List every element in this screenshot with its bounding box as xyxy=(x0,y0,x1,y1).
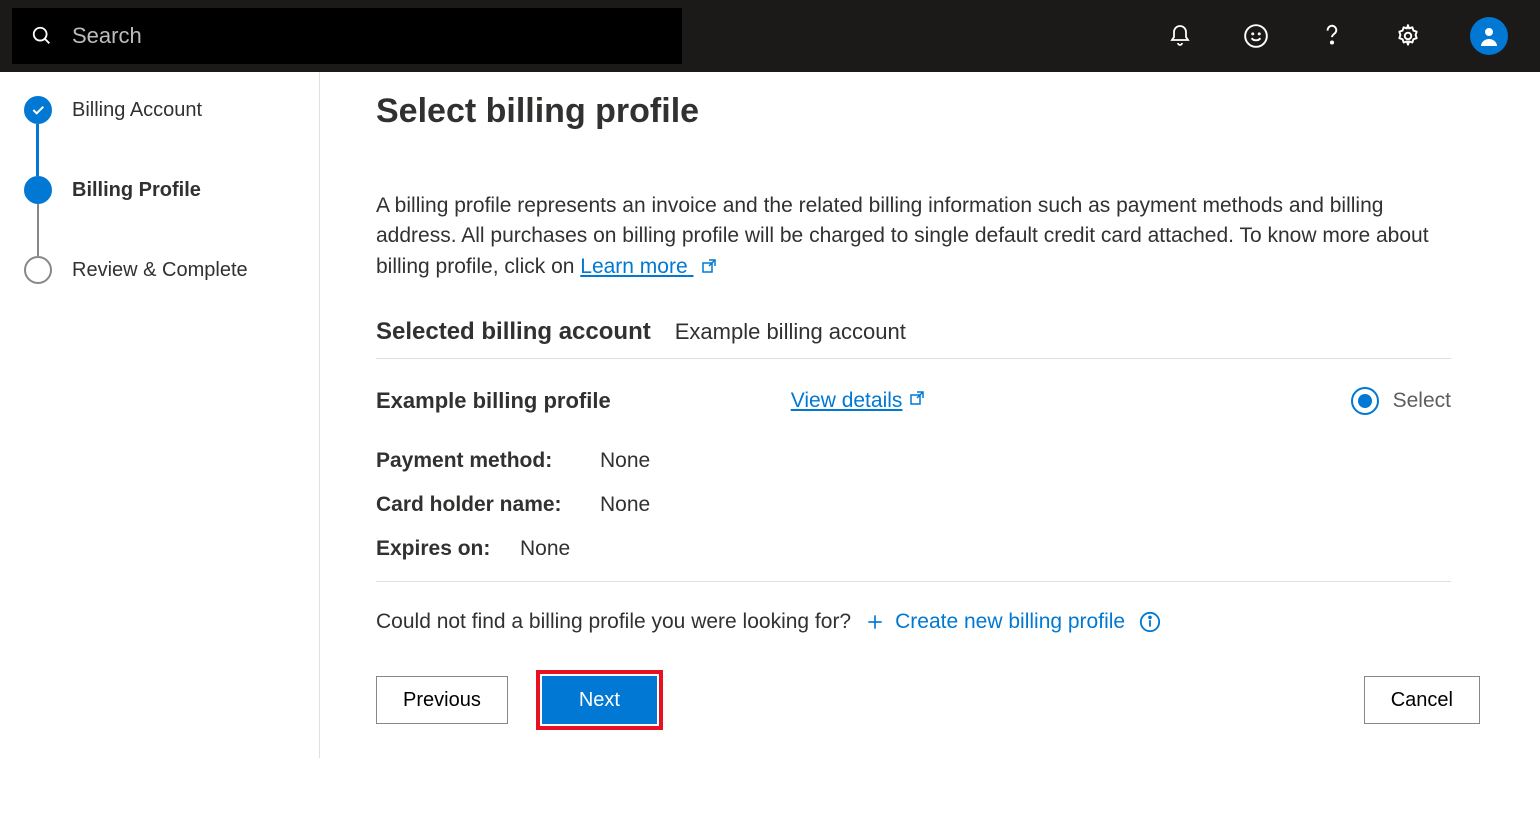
search-icon xyxy=(28,22,56,50)
wizard-footer-buttons: Previous Next Cancel xyxy=(376,652,1480,758)
cancel-button[interactable]: Cancel xyxy=(1364,676,1480,724)
next-button[interactable]: Next xyxy=(542,676,657,724)
external-link-icon xyxy=(908,389,926,413)
help-icon[interactable] xyxy=(1318,22,1346,50)
gear-icon[interactable] xyxy=(1394,22,1422,50)
field-expires: Expires on: None xyxy=(376,537,1451,561)
select-profile-radio[interactable]: Select xyxy=(1351,387,1451,415)
checkmark-icon xyxy=(24,96,52,124)
feedback-smile-icon[interactable] xyxy=(1242,22,1270,50)
wizard-stepper: Billing Account Billing Profile Review &… xyxy=(0,72,320,758)
step-connector xyxy=(36,124,39,176)
external-link-icon xyxy=(700,254,718,284)
step-label: Billing Account xyxy=(72,99,202,122)
selected-billing-account-row: Selected billing account Example billing… xyxy=(376,318,1451,359)
not-found-row: Could not find a billing profile you wer… xyxy=(376,582,1451,652)
field-value: None xyxy=(600,493,650,517)
description-text: A billing profile represents an invoice … xyxy=(376,194,1429,278)
field-value: None xyxy=(600,449,650,473)
step-billing-profile[interactable]: Billing Profile xyxy=(24,176,295,204)
previous-button[interactable]: Previous xyxy=(376,676,508,724)
topbar xyxy=(0,0,1540,72)
step-bullet-current xyxy=(24,176,52,204)
search-box[interactable] xyxy=(12,8,682,64)
page-title: Select billing profile xyxy=(376,92,1480,131)
step-connector xyxy=(37,204,39,256)
billing-profile-fields: Payment method: None Card holder name: N… xyxy=(376,449,1451,561)
not-found-text: Could not find a billing profile you wer… xyxy=(376,610,851,634)
select-label: Select xyxy=(1393,389,1451,413)
learn-more-link[interactable]: Learn more xyxy=(580,255,717,278)
description: A billing profile represents an invoice … xyxy=(376,191,1451,284)
billing-profile-card: Example billing profile View details Sel… xyxy=(376,359,1451,582)
selected-account-value: Example billing account xyxy=(675,319,906,345)
field-payment-method: Payment method: None xyxy=(376,449,1451,473)
create-new-label: Create new billing profile xyxy=(895,610,1125,634)
field-label: Payment method: xyxy=(376,449,586,473)
field-card-holder: Card holder name: None xyxy=(376,493,1451,517)
step-label: Review & Complete xyxy=(72,259,248,282)
view-details-link[interactable]: View details xyxy=(791,389,927,413)
field-value: None xyxy=(520,537,570,561)
learn-more-label: Learn more xyxy=(580,255,687,278)
bell-icon[interactable] xyxy=(1166,22,1194,50)
topbar-actions xyxy=(1166,17,1528,55)
step-bullet-pending xyxy=(24,256,52,284)
step-review-complete[interactable]: Review & Complete xyxy=(24,256,295,284)
create-new-billing-profile-link[interactable]: Create new billing profile xyxy=(865,610,1125,634)
highlight-annotation: Next xyxy=(536,670,663,730)
avatar[interactable] xyxy=(1470,17,1508,55)
billing-profile-name: Example billing profile xyxy=(376,388,611,414)
plus-icon xyxy=(865,612,885,632)
step-billing-account[interactable]: Billing Account xyxy=(24,96,295,124)
search-input[interactable] xyxy=(72,23,666,49)
main-panel: Select billing profile A billing profile… xyxy=(320,72,1540,758)
billing-profile-header: Example billing profile View details Sel… xyxy=(376,387,1451,415)
step-label: Billing Profile xyxy=(72,179,201,202)
radio-icon xyxy=(1351,387,1379,415)
field-label: Expires on: xyxy=(376,537,506,561)
selected-account-label: Selected billing account xyxy=(376,318,651,346)
info-icon[interactable] xyxy=(1139,611,1161,633)
view-details-label: View details xyxy=(791,389,903,413)
field-label: Card holder name: xyxy=(376,493,586,517)
